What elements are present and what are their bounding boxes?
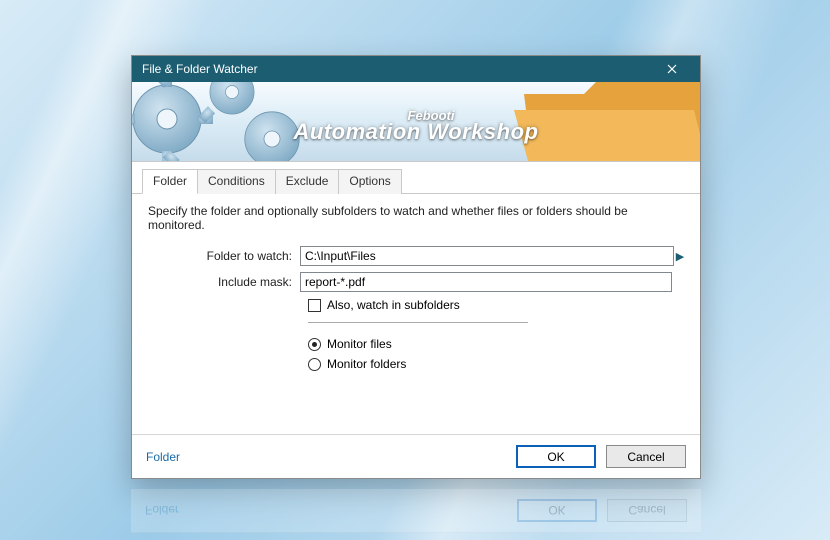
row-folder-to-watch: Folder to watch: ▶: [148, 246, 684, 266]
status-link[interactable]: Folder: [146, 450, 506, 464]
separator: [308, 322, 528, 323]
row-monitor-folders: Monitor folders: [308, 357, 684, 371]
folder-icon: [514, 82, 700, 162]
window-title: File & Folder Watcher: [142, 62, 652, 76]
subfolders-checkbox[interactable]: [308, 299, 321, 312]
reflection: Folder OK Cancel: [131, 483, 701, 533]
subfolders-label: Also, watch in subfolders: [327, 298, 460, 312]
monitor-folders-radio[interactable]: [308, 358, 321, 371]
row-monitor-files: Monitor files: [308, 337, 684, 351]
monitor-files-radio[interactable]: [308, 338, 321, 351]
pane-description: Specify the folder and optionally subfol…: [148, 204, 684, 232]
close-button[interactable]: [652, 59, 692, 79]
banner: Febooti Automation Workshop: [132, 82, 700, 162]
titlebar: File & Folder Watcher: [132, 56, 700, 82]
dialog-window: File & Folder Watcher: [131, 55, 701, 479]
folder-input[interactable]: [300, 246, 674, 266]
cancel-button[interactable]: Cancel: [606, 445, 686, 468]
close-icon: [667, 64, 677, 74]
ok-button[interactable]: OK: [516, 445, 596, 468]
mask-label: Include mask:: [148, 275, 300, 289]
monitor-files-label: Monitor files: [327, 337, 392, 351]
tab-bar: Folder Conditions Exclude Options: [132, 162, 700, 194]
dialog-footer: Folder OK Cancel: [132, 434, 700, 478]
monitor-folders-label: Monitor folders: [327, 357, 406, 371]
gears-icon: [132, 82, 352, 162]
row-subfolders: Also, watch in subfolders: [308, 298, 684, 312]
chevron-right-icon: ▶: [676, 250, 684, 263]
tab-exclude[interactable]: Exclude: [275, 169, 340, 194]
tab-conditions[interactable]: Conditions: [197, 169, 276, 194]
row-include-mask: Include mask:: [148, 272, 684, 292]
tab-pane-folder: Specify the folder and optionally subfol…: [132, 194, 700, 434]
folder-browse-button[interactable]: ▶: [674, 246, 684, 266]
folder-label: Folder to watch:: [148, 249, 300, 263]
mask-input[interactable]: [300, 272, 672, 292]
tab-options[interactable]: Options: [338, 169, 401, 194]
tab-folder[interactable]: Folder: [142, 169, 198, 194]
